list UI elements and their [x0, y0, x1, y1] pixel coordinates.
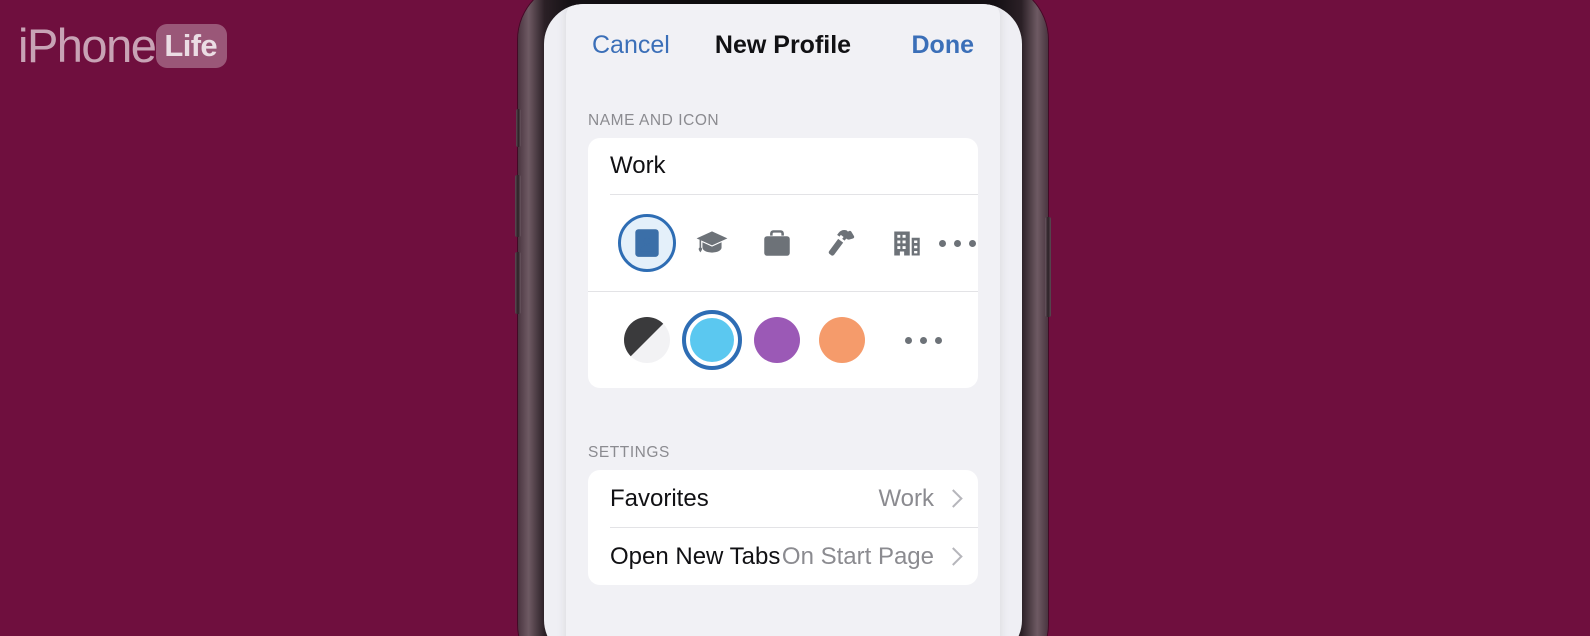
cancel-button[interactable]: Cancel: [588, 29, 674, 62]
settings-row-label: Open New Tabs: [610, 542, 781, 570]
icon-chooser-row: [588, 195, 978, 291]
power-button[interactable]: [1045, 217, 1051, 317]
settings-card: Favorites Work Open New Tabs On Start Pa…: [588, 470, 978, 585]
icon-option-graduation-cap[interactable]: [679, 213, 744, 273]
settings-row-label: Favorites: [610, 484, 709, 512]
color-option-blue[interactable]: [679, 310, 744, 370]
chevron-right-icon: [946, 489, 958, 509]
settings-row-value: On Start Page: [781, 542, 934, 570]
graduation-cap-icon: [696, 231, 727, 253]
building-icon: [893, 231, 920, 256]
ellipsis-dot: [939, 239, 946, 247]
automatic-color-swatch: [623, 317, 670, 363]
silent-switch-button[interactable]: [516, 109, 521, 147]
color-selection-ring: [681, 310, 742, 370]
icon-option-id-card[interactable]: [614, 213, 679, 273]
purple-color-swatch: [753, 317, 800, 363]
ellipsis-dot: [904, 336, 912, 344]
orange-color-swatch: [818, 317, 865, 363]
name-and-icon-section-label: NAME AND ICON: [588, 112, 720, 129]
ellipsis-dot: [919, 336, 927, 344]
settings-row-open-new-tabs[interactable]: Open New Tabs On Start Page: [588, 528, 978, 585]
ellipsis-dot: [934, 336, 942, 344]
phone-screen: Cancel New Profile Done NAME AND ICON Wo…: [544, 4, 1022, 636]
watermark-badge: Life: [156, 23, 228, 68]
settings-row-value: Work: [878, 484, 934, 512]
profile-name-input[interactable]: [610, 152, 956, 180]
color-option-automatic[interactable]: [614, 310, 679, 370]
ellipsis-dot: [969, 239, 976, 247]
chevron-right-icon: [946, 547, 958, 567]
icon-option-hammer[interactable]: [809, 213, 874, 273]
icon-option-briefcase[interactable]: [744, 213, 809, 273]
blue-color-swatch: [689, 318, 734, 362]
done-button[interactable]: Done: [908, 29, 979, 62]
icon-option-building[interactable]: [874, 213, 939, 273]
volume-up-button[interactable]: [515, 175, 521, 237]
ellipsis-dot: [954, 239, 961, 247]
name-and-icon-card: [588, 138, 978, 388]
briefcase-icon: [763, 230, 790, 256]
more-icons-ellipsis[interactable]: [939, 214, 976, 272]
iphone-device: Cancel New Profile Done NAME AND ICON Wo…: [515, 0, 1051, 636]
more-colors-ellipsis[interactable]: [894, 311, 952, 369]
hammer-icon: [828, 229, 854, 256]
settings-row-favorites[interactable]: Favorites Work: [588, 470, 978, 527]
settings-section-label: SETTINGS: [588, 444, 670, 461]
sheet-navbar: Cancel New Profile Done: [566, 4, 1000, 88]
watermark-brand-text: iPhone: [18, 19, 157, 72]
color-option-purple[interactable]: [744, 310, 809, 370]
color-chooser-row: [588, 292, 978, 388]
color-option-orange[interactable]: [809, 310, 874, 370]
watermark-badge-text: Life: [164, 27, 218, 63]
icon-selection-ring: [617, 214, 676, 272]
volume-down-button[interactable]: [515, 252, 521, 314]
new-profile-sheet: Cancel New Profile Done NAME AND ICON Wo…: [566, 4, 1000, 636]
id-card-icon: [634, 229, 659, 257]
iphone-life-watermark: iPhone Life: [18, 19, 228, 72]
profile-name-row[interactable]: [588, 138, 978, 194]
